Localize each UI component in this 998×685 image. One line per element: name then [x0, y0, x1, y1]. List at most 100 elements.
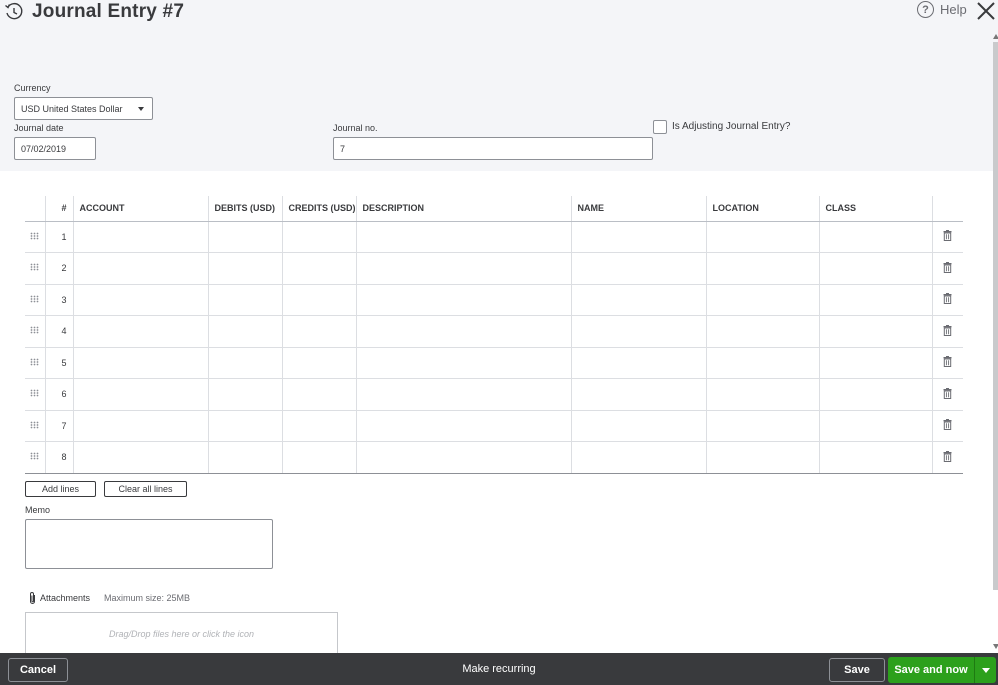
debits-cell[interactable]	[207, 378, 282, 411]
delete-row-button[interactable]	[931, 378, 963, 411]
name-cell[interactable]	[570, 252, 706, 285]
paperclip-icon[interactable]	[28, 591, 37, 605]
row-drag-handle[interactable]	[25, 410, 45, 442]
add-lines-button[interactable]: Add lines	[25, 481, 96, 497]
location-cell[interactable]	[705, 410, 819, 442]
credits-cell[interactable]	[281, 441, 356, 474]
debits-cell[interactable]	[207, 221, 282, 253]
delete-row-button[interactable]	[931, 252, 963, 285]
trash-icon	[943, 261, 952, 273]
class-cell[interactable]	[818, 347, 932, 379]
name-cell[interactable]	[570, 378, 706, 411]
debits-cell[interactable]	[207, 315, 282, 348]
delete-row-button[interactable]	[931, 315, 963, 348]
name-cell[interactable]	[570, 315, 706, 348]
clear-all-lines-button[interactable]: Clear all lines	[104, 481, 187, 497]
class-cell[interactable]	[818, 410, 932, 442]
table-row: 5	[25, 347, 963, 379]
class-cell[interactable]	[818, 221, 932, 253]
name-cell[interactable]	[570, 441, 706, 474]
name-cell[interactable]	[570, 221, 706, 253]
memo-field[interactable]	[25, 519, 273, 569]
description-cell[interactable]	[355, 315, 571, 348]
form-header: Journal Entry #7 ? Help Currency USD Uni…	[0, 0, 998, 171]
save-button[interactable]: Save	[829, 658, 885, 682]
table-row: 6	[25, 378, 963, 411]
row-drag-handle[interactable]	[25, 347, 45, 379]
credits-cell[interactable]	[281, 410, 356, 442]
delete-row-button[interactable]	[931, 347, 963, 379]
class-cell[interactable]	[818, 252, 932, 285]
row-drag-handle[interactable]	[25, 252, 45, 285]
debits-cell[interactable]	[207, 410, 282, 442]
location-cell[interactable]	[705, 284, 819, 316]
class-cell[interactable]	[818, 378, 932, 411]
description-cell[interactable]	[355, 347, 571, 379]
name-cell[interactable]	[570, 410, 706, 442]
name-cell[interactable]	[570, 284, 706, 316]
close-icon[interactable]	[975, 0, 997, 22]
attachments-dropzone[interactable]: Drag/Drop files here or click the icon	[25, 612, 338, 654]
location-cell[interactable]	[705, 221, 819, 253]
credits-cell[interactable]	[281, 221, 356, 253]
class-cell[interactable]	[818, 315, 932, 348]
debits-cell[interactable]	[207, 347, 282, 379]
scroll-down-icon[interactable]	[993, 644, 998, 649]
currency-select[interactable]: USD United States Dollar	[14, 97, 153, 120]
row-drag-handle[interactable]	[25, 315, 45, 348]
delete-row-button[interactable]	[931, 284, 963, 316]
save-options-dropdown[interactable]	[974, 657, 996, 683]
row-drag-handle[interactable]	[25, 441, 45, 474]
scroll-up-icon[interactable]	[993, 34, 998, 39]
delete-row-button[interactable]	[931, 441, 963, 474]
scroll-thumb[interactable]	[993, 42, 998, 590]
history-icon[interactable]	[4, 2, 24, 22]
location-cell[interactable]	[705, 315, 819, 348]
make-recurring-link[interactable]: Make recurring	[462, 663, 535, 675]
adjusting-entry-checkbox[interactable]	[653, 120, 667, 134]
column-header-description: DESCRIPTION	[355, 196, 571, 222]
account-cell[interactable]	[72, 347, 208, 379]
description-cell[interactable]	[355, 441, 571, 474]
account-cell[interactable]	[72, 284, 208, 316]
description-cell[interactable]	[355, 378, 571, 411]
account-cell[interactable]	[72, 315, 208, 348]
journal-no-field[interactable]: 7	[333, 137, 653, 160]
save-and-new-button[interactable]: Save and now	[888, 657, 974, 683]
credits-cell[interactable]	[281, 284, 356, 316]
location-cell[interactable]	[705, 252, 819, 285]
location-cell[interactable]	[705, 347, 819, 379]
journal-date-field[interactable]: 07/02/2019	[14, 137, 96, 160]
help-button[interactable]: ? Help	[917, 1, 967, 18]
description-cell[interactable]	[355, 410, 571, 442]
row-number: 3	[44, 284, 73, 316]
help-label: Help	[940, 2, 967, 17]
account-cell[interactable]	[72, 378, 208, 411]
debits-cell[interactable]	[207, 284, 282, 316]
account-cell[interactable]	[72, 252, 208, 285]
row-drag-handle[interactable]	[25, 221, 45, 253]
account-cell[interactable]	[72, 221, 208, 253]
description-cell[interactable]	[355, 221, 571, 253]
credits-cell[interactable]	[281, 252, 356, 285]
debits-cell[interactable]	[207, 252, 282, 285]
location-cell[interactable]	[705, 441, 819, 474]
description-cell[interactable]	[355, 252, 571, 285]
delete-row-button[interactable]	[931, 221, 963, 253]
credits-cell[interactable]	[281, 378, 356, 411]
credits-cell[interactable]	[281, 315, 356, 348]
row-drag-handle[interactable]	[25, 378, 45, 411]
description-cell[interactable]	[355, 284, 571, 316]
name-cell[interactable]	[570, 347, 706, 379]
cancel-button[interactable]: Cancel	[8, 658, 68, 682]
class-cell[interactable]	[818, 284, 932, 316]
debits-cell[interactable]	[207, 441, 282, 474]
location-cell[interactable]	[705, 378, 819, 411]
class-cell[interactable]	[818, 441, 932, 474]
credits-cell[interactable]	[281, 347, 356, 379]
delete-row-button[interactable]	[931, 410, 963, 442]
account-cell[interactable]	[72, 441, 208, 474]
row-drag-handle[interactable]	[25, 284, 45, 316]
drag-handle-icon	[30, 358, 39, 366]
account-cell[interactable]	[72, 410, 208, 442]
